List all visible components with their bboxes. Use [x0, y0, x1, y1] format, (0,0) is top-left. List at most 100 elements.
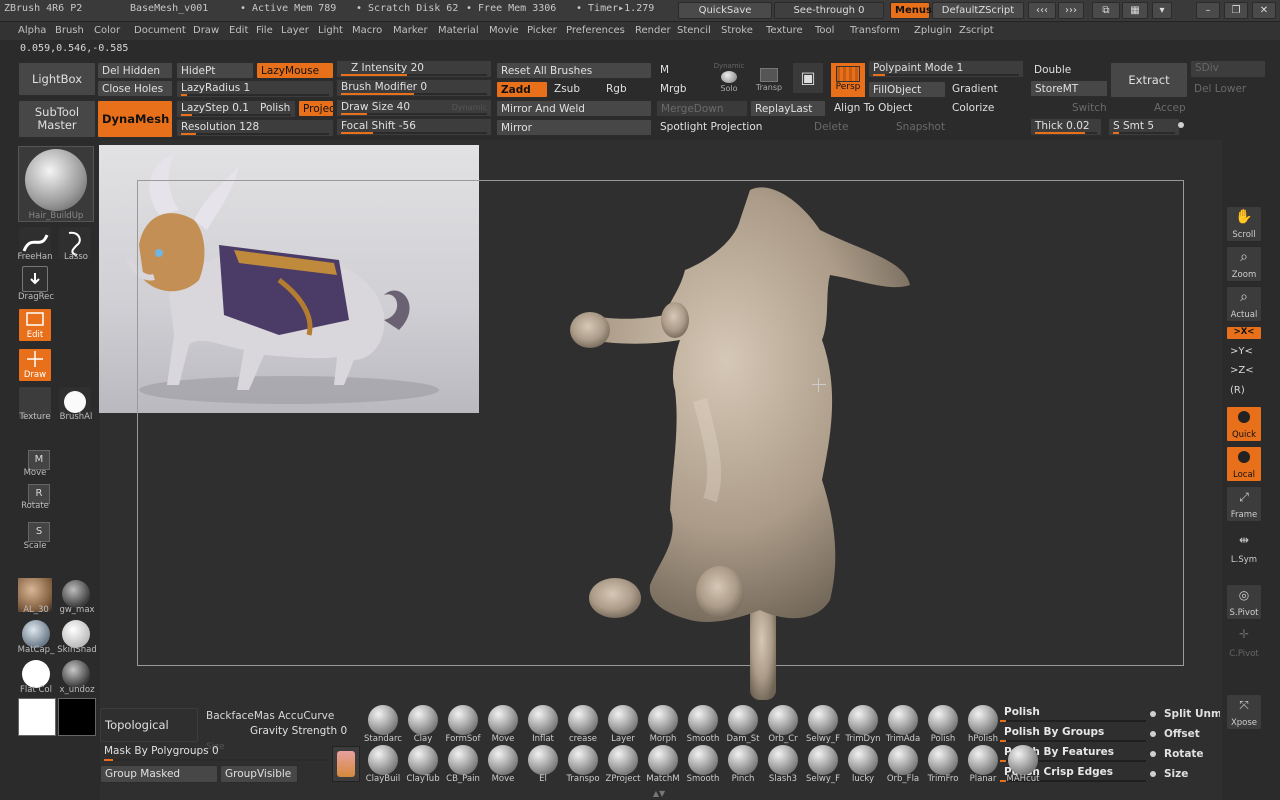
mask-by-polygroups-slider[interactable]: Mask By Polygroups 0	[100, 744, 332, 762]
brush-icon[interactable]	[568, 705, 598, 735]
rotate-button[interactable]: Rotate	[1160, 746, 1220, 763]
align-to-object-button[interactable]: Align To Object	[830, 100, 946, 117]
extract-button[interactable]: Extract	[1110, 62, 1188, 98]
storemt-button[interactable]: StoreMT	[1030, 80, 1108, 97]
split-unmasked-radio-icon[interactable]	[1150, 711, 1156, 717]
brush-icon[interactable]	[848, 745, 878, 775]
persp-button[interactable]: Persp	[830, 62, 866, 98]
menu-alpha[interactable]: Alpha	[18, 25, 46, 36]
delete-button[interactable]: Delete	[810, 119, 886, 136]
brush-icon[interactable]	[568, 745, 598, 775]
sym-z-button[interactable]: >Z<	[1230, 365, 1254, 376]
brush-icon[interactable]	[448, 705, 478, 735]
brush-icon[interactable]	[368, 705, 398, 735]
brush-icon[interactable]	[848, 705, 878, 735]
menu-marker[interactable]: Marker	[393, 25, 428, 36]
backface-mask-accucurve[interactable]: BackfaceMas AccuCurve	[206, 710, 334, 722]
menu-macro[interactable]: Macro	[352, 25, 382, 36]
snapshot-button[interactable]: Snapshot	[892, 119, 968, 136]
switch-button[interactable]: Switch	[1068, 100, 1118, 117]
window-layout-icon[interactable]: ⧉	[1092, 2, 1120, 19]
brush-icon[interactable]	[768, 745, 798, 775]
brush-modifier-slider[interactable]: Brush Modifier 0	[336, 79, 492, 97]
mrgb-button[interactable]: Mrgb	[656, 81, 706, 98]
gravity-strength-slider[interactable]: Gravity Strength 0	[206, 724, 362, 742]
rgb-button[interactable]: Rgb	[602, 81, 652, 98]
brush-icon[interactable]	[608, 745, 638, 775]
menu-color[interactable]: Color	[94, 25, 120, 36]
focal-shift-slider[interactable]: Focal Shift -56	[336, 118, 492, 136]
offset-radio-icon[interactable]	[1150, 731, 1156, 737]
move-icon[interactable]: M	[28, 450, 50, 470]
dragrect-icon[interactable]	[22, 266, 48, 292]
brush-icon[interactable]	[368, 745, 398, 775]
brush-icon[interactable]	[968, 745, 998, 775]
menu-file[interactable]: File	[256, 25, 273, 36]
menu-edit[interactable]: Edit	[229, 25, 248, 36]
brush-icon[interactable]	[928, 745, 958, 775]
lazyradius-slider[interactable]: LazyRadius 1	[176, 80, 334, 98]
m-button[interactable]: M	[656, 62, 706, 79]
brush-icon[interactable]	[608, 705, 638, 735]
fillobject-button[interactable]: FillObject	[868, 81, 946, 98]
s-smt-slider[interactable]: S Smt 5	[1108, 118, 1180, 136]
colorize-button[interactable]: Colorize	[948, 100, 1024, 117]
scroll-button[interactable]: ✋ Scroll	[1226, 206, 1262, 242]
brush-icon[interactable]	[928, 705, 958, 735]
brush-thumbnail-icon[interactable]	[332, 746, 360, 782]
quick-button[interactable]: Quick	[1226, 406, 1262, 442]
menu-material[interactable]: Material	[438, 25, 479, 36]
layout-next-icon[interactable]: ›››	[1058, 2, 1084, 19]
accept-button[interactable]: Accep	[1150, 100, 1190, 117]
brush-preview[interactable]: Hair_BuildUp	[18, 146, 94, 222]
brush-icon[interactable]	[528, 745, 558, 775]
settings-icon[interactable]: ▾	[1152, 2, 1172, 19]
menu-preferences[interactable]: Preferences	[566, 25, 625, 36]
quicksave-button[interactable]: QuickSave	[678, 2, 772, 19]
size-option-button[interactable]: Size	[1160, 766, 1220, 783]
zadd-button[interactable]: Zadd	[496, 81, 548, 98]
menu-document[interactable]: Document	[134, 25, 186, 36]
frame-button[interactable]: ⤢ Frame	[1226, 486, 1262, 522]
brush-icon[interactable]	[968, 705, 998, 735]
radial-sym-button[interactable]: (R)	[1230, 385, 1245, 396]
lightbox-button[interactable]: LightBox	[18, 62, 96, 96]
replaylast-button[interactable]: ReplayLast	[750, 100, 826, 117]
menu-light[interactable]: Light	[318, 25, 343, 36]
edit-mode-button[interactable]: Edit	[18, 308, 52, 342]
maximize-icon[interactable]: ❐	[1224, 2, 1248, 19]
brush-icon[interactable]	[648, 705, 678, 735]
menu-texture[interactable]: Texture	[766, 25, 803, 36]
mergedown-button[interactable]: MergeDown	[656, 100, 748, 117]
menus-button[interactable]: Menus	[890, 2, 932, 19]
zoom-button[interactable]: ⌕ Zoom	[1226, 246, 1262, 282]
camera-icon[interactable]: ▣	[792, 62, 824, 94]
gradient-button[interactable]: Gradient	[948, 81, 1024, 98]
del-hidden-button[interactable]: Del Hidden	[97, 62, 173, 79]
brush-icon[interactable]	[888, 705, 918, 735]
menu-tool[interactable]: Tool	[815, 25, 834, 36]
lsym-button[interactable]: ⇹ L.Sym	[1226, 530, 1262, 566]
draw-size-slider[interactable]: Draw Size 40 Dynamic	[336, 99, 492, 117]
brush-icon[interactable]	[688, 745, 718, 775]
size-radio-icon[interactable]	[1150, 771, 1156, 777]
sym-x-button[interactable]: >X<	[1226, 326, 1262, 340]
z-intensity-slider[interactable]: Z Intensity 20	[336, 60, 492, 78]
solo-button[interactable]: Dynamic Solo	[710, 62, 748, 98]
s-smt-toggle-icon[interactable]	[1178, 122, 1184, 128]
rotate-radio-icon[interactable]	[1150, 751, 1156, 757]
menu-stroke[interactable]: Stroke	[721, 25, 753, 36]
menu-transform[interactable]: Transform	[850, 25, 900, 36]
material-flat-color[interactable]	[22, 660, 50, 688]
xpose-button[interactable]: ⤧ Xpose	[1226, 694, 1262, 730]
shelf-expand-chevron-icon[interactable]: ▲▼	[648, 789, 670, 798]
window-tile-icon[interactable]: ▦	[1122, 2, 1148, 19]
brush-icon[interactable]	[768, 705, 798, 735]
zsub-button[interactable]: Zsub	[550, 81, 600, 98]
project-button[interactable]: Projec	[298, 100, 334, 117]
lazymouse-button[interactable]: LazyMouse	[256, 62, 334, 79]
brush-icon[interactable]	[728, 745, 758, 775]
brush-icon[interactable]	[648, 745, 678, 775]
transp-button[interactable]: Transp	[750, 62, 788, 98]
close-icon[interactable]: ✕	[1252, 2, 1276, 19]
